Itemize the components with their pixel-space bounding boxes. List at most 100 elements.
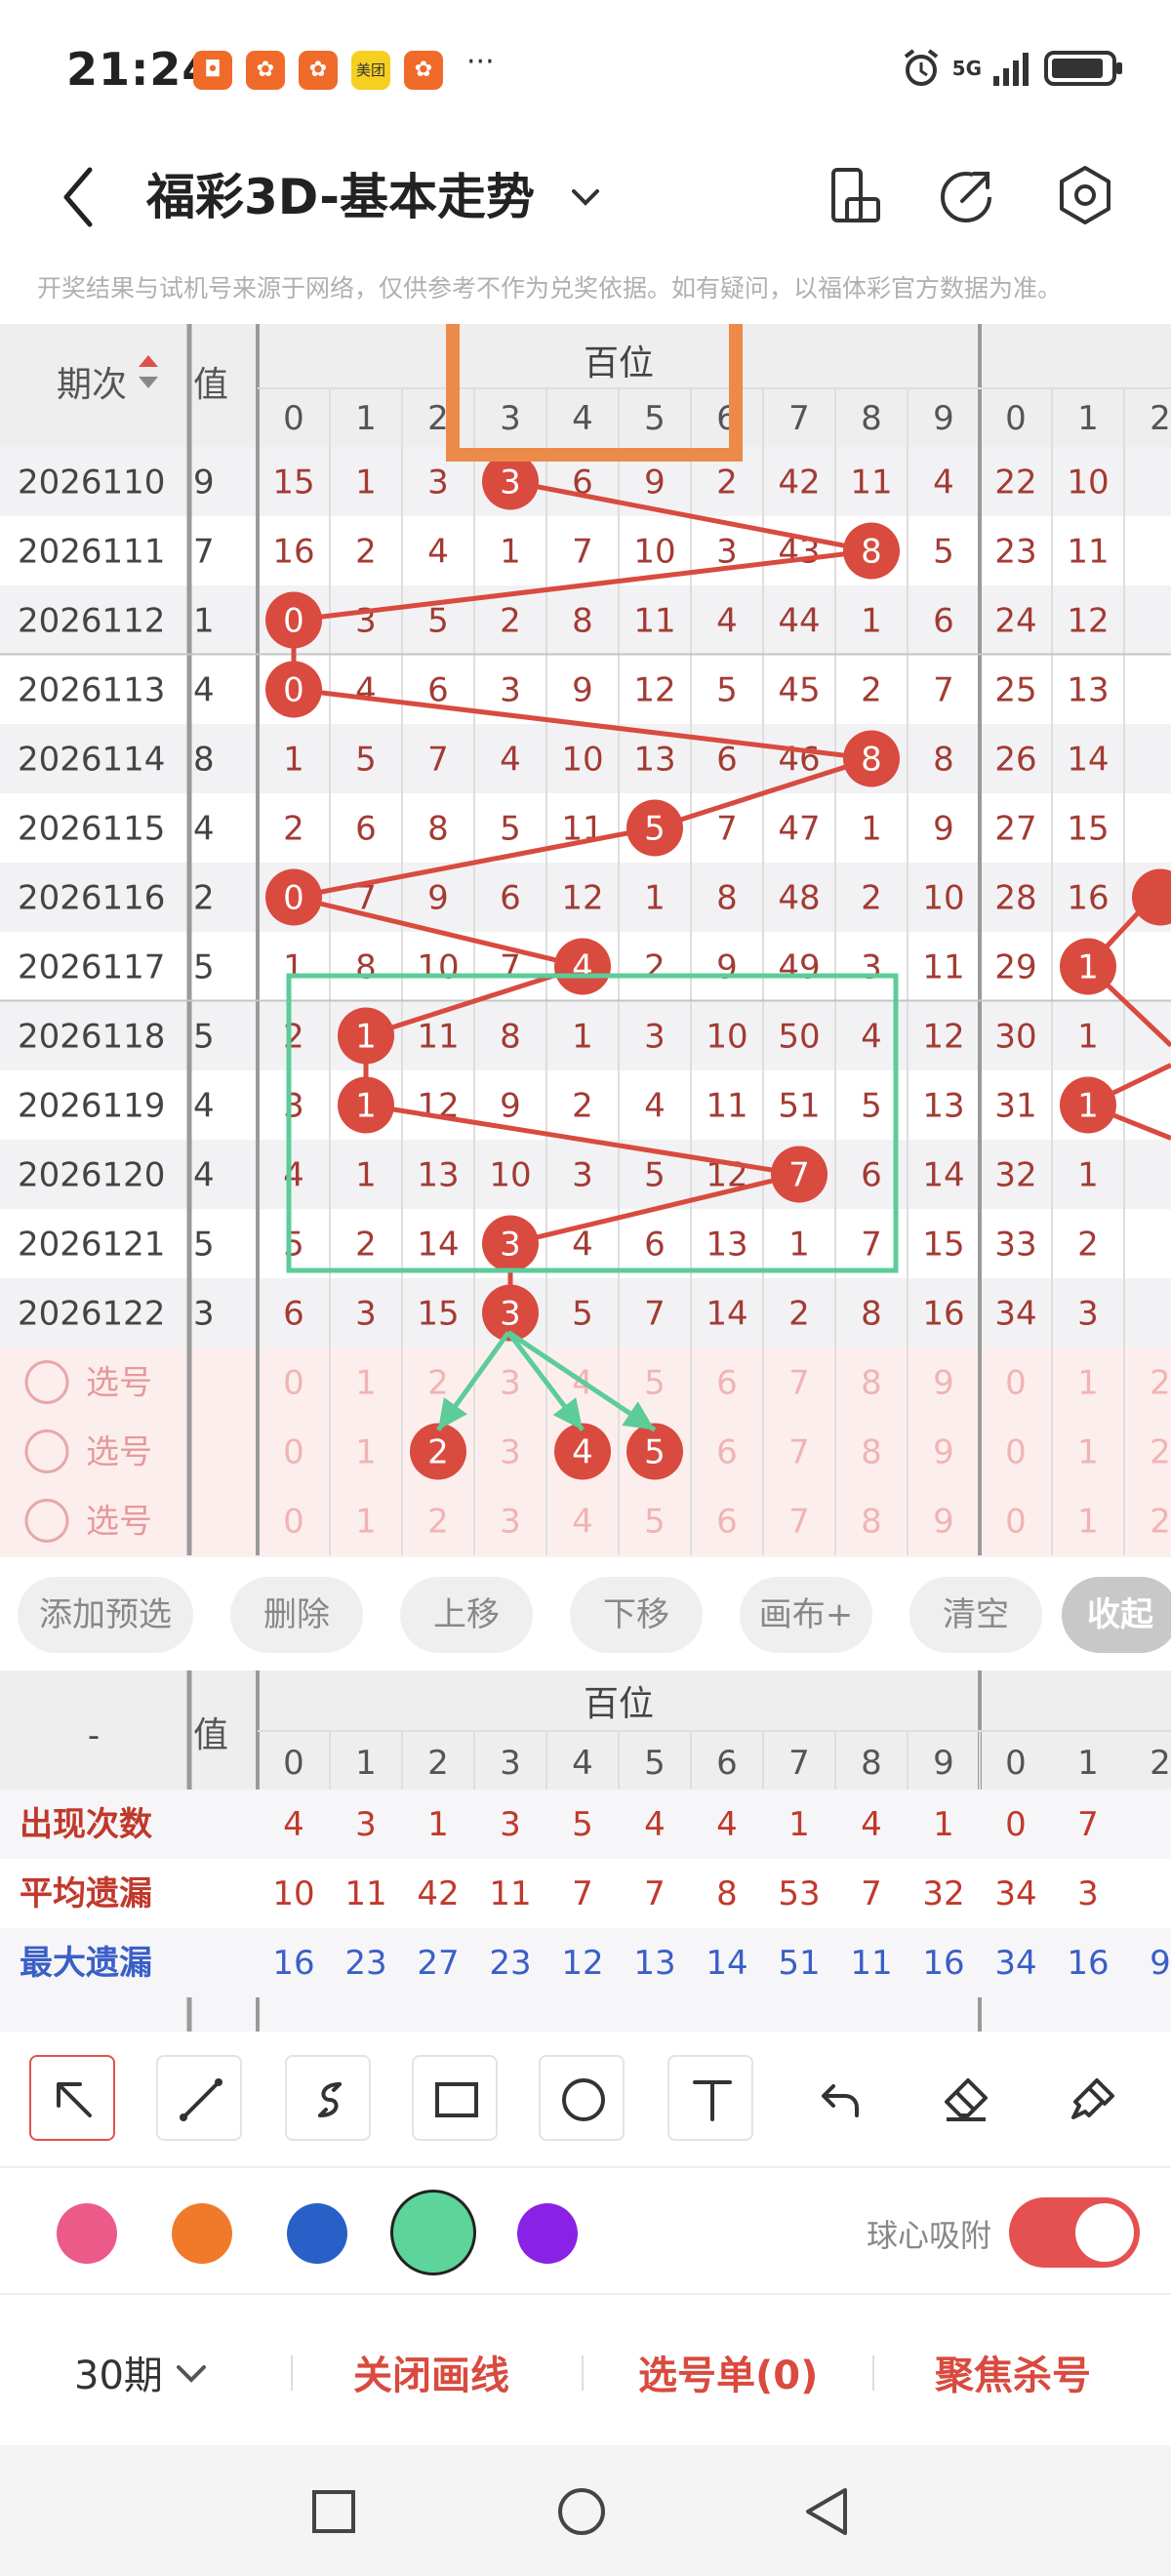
- digit-header: 0: [1005, 399, 1027, 438]
- focus-kill-button[interactable]: 聚焦杀号: [935, 2344, 1091, 2400]
- miss-cell: 1: [861, 810, 882, 849]
- miss-cell: 2: [283, 1018, 304, 1057]
- stats-cell: 27: [417, 1944, 459, 1983]
- miss-cell: 12: [633, 671, 675, 710]
- value-cell: 4: [193, 1087, 215, 1126]
- color-swatch-blue[interactable]: [287, 2203, 347, 2264]
- miss-cell: 3: [644, 1018, 666, 1057]
- status-more: ···: [466, 45, 495, 79]
- recents-icon[interactable]: [310, 2488, 357, 2535]
- signal-icon: [993, 53, 1029, 86]
- select-digit: 1: [355, 1364, 377, 1403]
- hit-ball-label: 4: [572, 948, 593, 987]
- select-digit: 3: [500, 1364, 521, 1403]
- select-digit: 1: [1077, 1503, 1099, 1542]
- add-preselect-button[interactable]: 添加预选: [18, 1577, 193, 1653]
- miss-cell: 2: [355, 1226, 377, 1265]
- color-swatch-green-selected[interactable]: [390, 2190, 476, 2275]
- stats-cell: 5: [572, 1805, 593, 1844]
- back-icon[interactable]: [55, 158, 103, 236]
- canvas-plus-button[interactable]: 画布+: [740, 1577, 872, 1653]
- next-group-cell: 22: [994, 463, 1036, 503]
- select-digit: 1: [1077, 1364, 1099, 1403]
- hit-ball-label: 5: [644, 810, 666, 849]
- stats-cell: 7: [1077, 1805, 1099, 1844]
- stats-cell: 3: [355, 1805, 377, 1844]
- close-lines-button[interactable]: 关闭画线: [353, 2344, 509, 2400]
- next-group-cell: 25: [994, 671, 1036, 710]
- value-cell: 5: [193, 948, 215, 987]
- select-digit: 7: [788, 1433, 810, 1472]
- move-up-button[interactable]: 上移: [400, 1577, 533, 1653]
- select-digit: 2: [1150, 1433, 1171, 1472]
- period-cell: 2026121: [18, 1226, 165, 1265]
- share-icon[interactable]: [931, 158, 1005, 232]
- select-digit: 3: [500, 1433, 521, 1472]
- value-cell: 3: [193, 1295, 215, 1334]
- miss-cell: 2: [572, 1087, 593, 1126]
- miss-cell: 1: [283, 948, 304, 987]
- digit-header: 2: [1150, 1744, 1171, 1783]
- hit-ball-label: 7: [788, 1156, 810, 1195]
- curve-tool-icon[interactable]: [285, 2055, 371, 2141]
- eraser-icon[interactable]: [921, 2055, 1007, 2141]
- select-digit: 2: [427, 1503, 449, 1542]
- stats-cell: 23: [344, 1944, 386, 1983]
- text-tool-icon[interactable]: [667, 2055, 753, 2141]
- clear-button[interactable]: 清空: [909, 1577, 1042, 1653]
- stats-cell: 13: [633, 1944, 675, 1983]
- settings-icon[interactable]: [1048, 158, 1122, 232]
- select-digit: 8: [861, 1364, 882, 1403]
- move-down-button[interactable]: 下移: [570, 1577, 703, 1653]
- digit-header: 2: [427, 1744, 449, 1783]
- ticket-button[interactable]: 选号单(0): [638, 2344, 818, 2400]
- alarm-icon: [904, 49, 938, 86]
- system-nav-bar: [0, 2445, 1171, 2576]
- delete-button[interactable]: 删除: [230, 1577, 363, 1653]
- chevron-down-icon[interactable]: [558, 170, 613, 224]
- period-cell: 2026112: [18, 602, 165, 641]
- color-swatch-orange[interactable]: [172, 2203, 232, 2264]
- period-select[interactable]: 30期: [74, 2344, 212, 2400]
- stats-corner: -: [88, 1716, 100, 1755]
- line-tool-icon[interactable]: [156, 2055, 242, 2141]
- miss-cell: 8: [861, 1295, 882, 1334]
- snap-toggle[interactable]: [1009, 2197, 1140, 2268]
- digit-header: 7: [788, 1744, 810, 1783]
- next-group-cell: 31: [994, 1087, 1036, 1126]
- miss-cell: 11: [922, 948, 964, 987]
- miss-cell: 10: [417, 948, 459, 987]
- miss-cell: 5: [427, 602, 449, 641]
- stats-cell: 16: [922, 1944, 964, 1983]
- period-cell: 2026114: [18, 741, 165, 780]
- stats-cell: 4: [716, 1805, 738, 1844]
- miss-cell: 10: [633, 533, 675, 572]
- select-digit: 9: [933, 1503, 954, 1542]
- collapse-button[interactable]: 收起: [1062, 1577, 1171, 1653]
- select-digit: 9: [933, 1364, 954, 1403]
- miss-cell: 7: [572, 533, 593, 572]
- divider: [291, 2355, 293, 2391]
- miss-cell: 6: [283, 1295, 304, 1334]
- miss-cell: 5: [500, 810, 521, 849]
- select-digit: 6: [716, 1364, 738, 1403]
- rotate-screen-icon[interactable]: [818, 158, 892, 232]
- hit-ball-label: 1: [1077, 1087, 1099, 1126]
- color-swatch-pink[interactable]: [57, 2203, 117, 2264]
- digit-header: 0: [283, 399, 304, 438]
- arrow-tool-icon[interactable]: [29, 2055, 115, 2141]
- stats-table-svg: - 值百位0 1 2 3 4 5 6 7 8 9 0 1 2出现次数 4 3 1 3 5 4 4 1 4 1 0 7平均遗漏 10 1…: [0, 1670, 1171, 2032]
- back-nav-icon[interactable]: [802, 2486, 853, 2537]
- rectangle-tool-icon[interactable]: [412, 2055, 498, 2141]
- miss-cell: 6: [355, 810, 377, 849]
- next-group-cell: 2: [1077, 1226, 1099, 1265]
- brush-icon[interactable]: [1048, 2055, 1134, 2141]
- circle-tool-icon[interactable]: [539, 2055, 625, 2141]
- color-swatch-purple[interactable]: [517, 2203, 578, 2264]
- miss-cell: 14: [922, 1156, 964, 1195]
- undo-icon[interactable]: [794, 2055, 880, 2141]
- miss-cell: 5: [716, 671, 738, 710]
- home-icon[interactable]: [556, 2486, 607, 2537]
- miss-cell: 9: [500, 1087, 521, 1126]
- miss-cell: 7: [861, 1226, 882, 1265]
